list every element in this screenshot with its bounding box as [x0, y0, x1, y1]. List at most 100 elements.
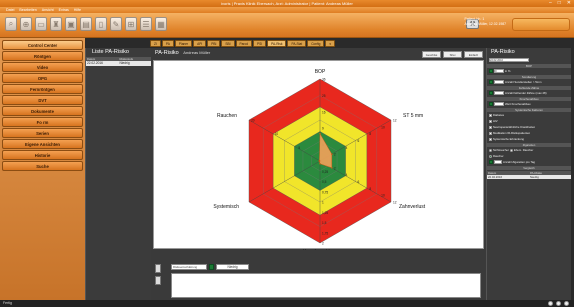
nav-suche[interactable]: Suche [2, 161, 83, 171]
tab-parod[interactable]: Parod [235, 39, 253, 47]
zoom-icon[interactable]: ⊕ [20, 17, 32, 31]
systemic-checkbox-1[interactable] [489, 113, 492, 117]
nav-dokumente[interactable]: Dokumente [2, 106, 83, 116]
right-panel: PA-Risiko 22.02.2016 BOP 0 in % Sondieru… [486, 48, 571, 300]
close-button[interactable]: ✕ [567, 0, 571, 7]
nav-roentgen[interactable]: Röntgen [2, 51, 83, 61]
systemic-label-2: HIV [493, 119, 498, 123]
zaehne-row: Anzahl fehlender Zähne (max 28) [487, 90, 571, 96]
axis-label-3: Knochenabbau [303, 249, 337, 250]
tab-pa-risk[interactable]: PA-Risk [267, 39, 287, 47]
print-icon[interactable] [155, 264, 161, 273]
zaehne-checkbox[interactable] [489, 91, 493, 95]
tick-label-2-3: 8 [369, 187, 371, 191]
page-title: PA-Risiko Andreas Müller [155, 50, 210, 56]
list-item-level: Niedrig [119, 61, 130, 65]
tick-label-3-1: 0,5 [322, 180, 327, 184]
risk-assessment-label: Risikoeinschätzung [171, 264, 207, 270]
nav-form[interactable]: Fo rm [2, 117, 83, 127]
tick-label-5-2: 20 [251, 119, 255, 123]
tab-pa-stat[interactable]: PA-Stat [287, 39, 307, 47]
zaehne-field[interactable] [494, 91, 504, 95]
risk-assessment-checkbox[interactable] [209, 264, 214, 270]
systemic-label-3: Neutropenie/ähnliche Krankheiten [493, 125, 536, 129]
list-item[interactable]: 22.02.2016 Niedrig [86, 61, 151, 66]
cigarette-field[interactable] [494, 160, 502, 164]
axis-label-4: Systemisch [213, 204, 239, 210]
tick-label-1-0: 2 [334, 153, 336, 157]
view-button-2[interactable]: Sfrei [443, 51, 462, 58]
systemic-checkbox-3[interactable] [489, 125, 492, 129]
document-icon[interactable]: ▯ [95, 17, 107, 31]
tick-label-1-3: 8 [369, 132, 371, 136]
nav-eigene-ansichten[interactable]: Eigene Ansichten [2, 139, 83, 149]
tab-psi[interactable]: PSI [253, 39, 267, 47]
nav-historie[interactable]: Historie [2, 150, 83, 160]
bop-row: 0 in % [487, 68, 571, 74]
bop-checkbox[interactable] [489, 69, 493, 73]
page-subtitle: Andreas Müller [183, 50, 211, 55]
module-tabs: ZI PA Planer API PBI SBI Parod PSI PA-Ri… [150, 39, 490, 47]
title-bar: ivoris | Praxis Klinik Ebersach, Arzt: A… [0, 0, 574, 7]
tick-label-0-3: 25 [322, 94, 326, 98]
smoking-radio-3[interactable] [489, 154, 492, 158]
patient-info: Patient-Nr.: 1 Andreas Müller, 12.02.198… [465, 17, 506, 26]
tab-pbi[interactable]: PBI [207, 39, 221, 47]
nav-control-center[interactable]: Control Center [2, 40, 83, 50]
minimize-button[interactable]: – [549, 0, 552, 7]
nav-serien[interactable]: Serien [2, 128, 83, 138]
smoking-radio-2[interactable] [509, 148, 513, 152]
tab-more[interactable]: ▾ [325, 39, 336, 47]
view-button-1[interactable]: Geschlss [422, 51, 441, 58]
nav-opg[interactable]: OPG [2, 73, 83, 83]
tab-sbi[interactable]: SBI [221, 39, 235, 47]
tab-api[interactable]: API [193, 39, 207, 47]
maximize-button[interactable]: □ [558, 0, 561, 7]
bop-field[interactable]: 0 [494, 69, 504, 73]
panorama-icon[interactable]: ▭ [35, 17, 47, 31]
pa-risk-main: PA-Risiko Andreas Müller Geschlss Sfrei … [151, 48, 486, 300]
systemic-checkbox-5[interactable] [489, 137, 492, 141]
list-icon[interactable]: ☰ [140, 17, 152, 31]
search-icon[interactable]: ⌕ [5, 17, 17, 31]
systemic-checkbox-2[interactable] [489, 119, 492, 123]
scan-icon[interactable]: ▤ [80, 17, 92, 31]
smoking-label-1: Nichtraucher [493, 148, 509, 152]
sondierung-checkbox[interactable] [489, 80, 493, 84]
history-row[interactable]: 22.02.2016 Niedrig [487, 175, 571, 179]
systemic-label-1: Diabetes [493, 113, 505, 117]
systemic-row-5[interactable]: Systemische Erkrankung [487, 136, 571, 142]
sondierung-field[interactable] [494, 80, 504, 84]
notes-field[interactable] [171, 273, 481, 298]
view-button-3[interactable]: Einfach [464, 51, 483, 58]
tab-planer[interactable]: Planer [174, 39, 193, 47]
measure-icon[interactable]: ⊞ [125, 17, 137, 31]
tooth-icon[interactable]: ♜ [50, 17, 62, 31]
image-icon[interactable]: ▣ [65, 17, 77, 31]
tab-pa[interactable]: PA [161, 39, 174, 47]
smoking-radio-1[interactable] [489, 148, 492, 152]
tab-config[interactable]: Config [307, 39, 325, 47]
grid-icon[interactable]: ▦ [155, 17, 167, 31]
series-point-0 [319, 132, 321, 135]
date-row: 22.02.2016 [487, 57, 571, 63]
status-icon-3[interactable] [564, 301, 569, 306]
nav-dvt[interactable]: DVT [2, 95, 83, 105]
status-icon-2[interactable] [556, 301, 561, 306]
smoking-label-2: Ehem. Raucher [513, 148, 534, 152]
nav-video[interactable]: Video [2, 62, 83, 72]
tick-label-3-6: 1,75 [322, 231, 328, 235]
pen-icon[interactable]: ✎ [110, 17, 122, 31]
date-field[interactable]: 22.02.2016 [489, 58, 529, 62]
patient-search-box[interactable] [512, 18, 570, 31]
note-icon[interactable] [155, 276, 161, 285]
list-title: Liste PA-Risiko [92, 49, 129, 55]
knochen-field[interactable] [494, 102, 504, 106]
nav-fernroentgen[interactable]: Fernröntgen [2, 84, 83, 94]
cigarette-checkbox[interactable] [489, 160, 493, 164]
knochen-checkbox[interactable] [489, 102, 493, 106]
tab-zi[interactable]: ZI [150, 39, 161, 47]
status-icon-1[interactable] [548, 301, 553, 306]
risk-assessment-row: Risikoeinschätzung Niedrig [171, 264, 249, 270]
systemic-checkbox-4[interactable] [489, 131, 492, 135]
